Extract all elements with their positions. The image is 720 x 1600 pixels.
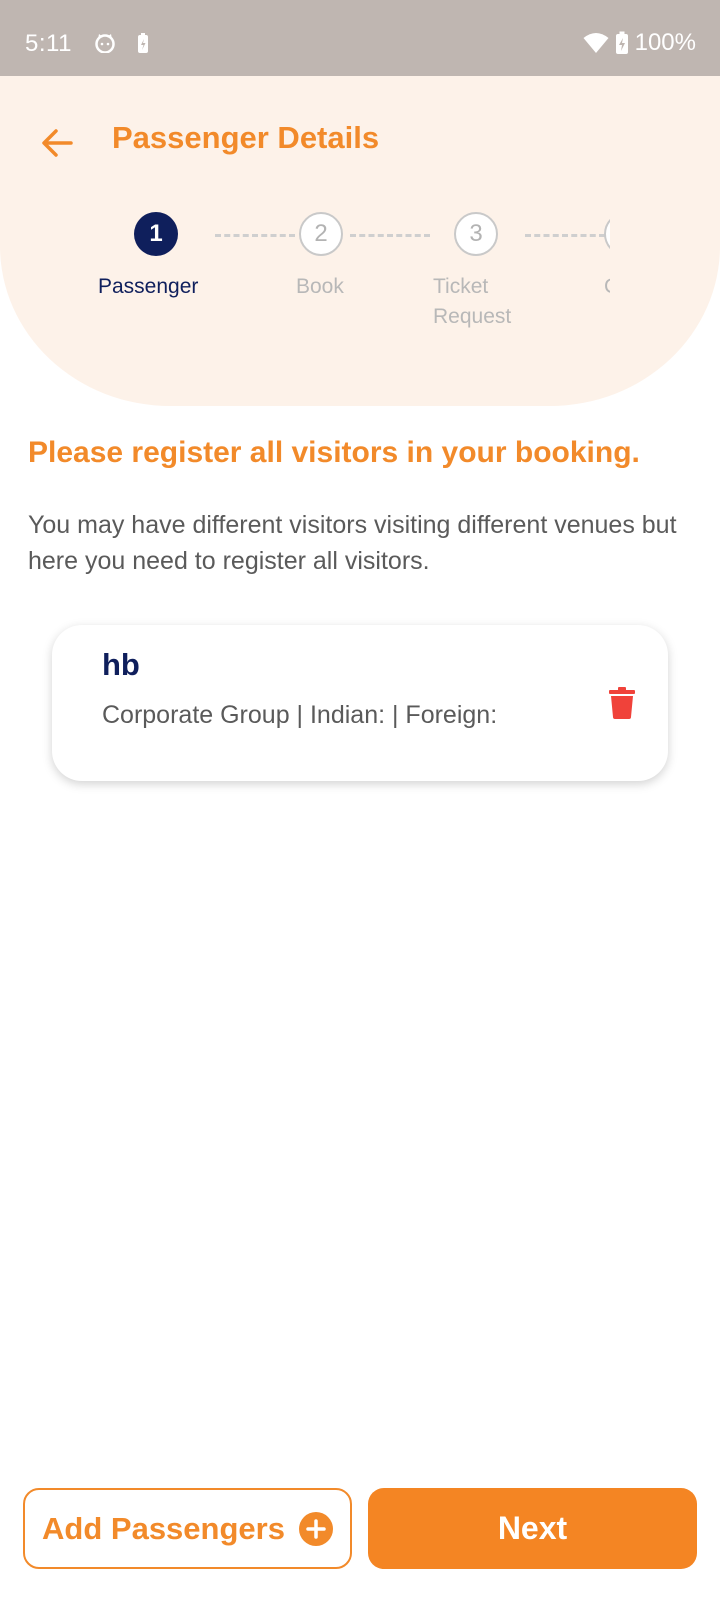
step-2-number: 2 [314,220,328,247]
step-1-label: Passenger [98,275,199,298]
next-label: Next [497,1510,568,1546]
register-heading: Please register all visitors in your boo… [28,436,640,469]
step-1-circle[interactable]: 1 [134,212,178,256]
step-3-label-line2: Request [433,305,512,328]
step-4-circle[interactable]: 4 [604,212,610,256]
step-4-clip: 4 C [604,212,610,312]
step-3-label: Ticket Request [433,272,511,332]
battery-percent: 100% [634,29,696,56]
trash-icon [609,687,635,719]
status-right: 100% [583,29,696,57]
battery-charging-icon [615,31,628,54]
step-3-circle[interactable]: 3 [454,212,498,256]
step-2-label: Book [296,275,344,298]
passenger-details: Corporate Group | Indian: | Foreign: [102,701,498,729]
step-1-number: 1 [149,220,163,247]
step-connector [350,234,430,237]
page-title: Passenger Details [112,120,380,155]
stepper: 1 Passenger 2 Book 3 Ticket Request 4 C [0,212,720,352]
step-3-number: 3 [469,220,483,247]
wifi-icon [583,33,609,53]
passenger-name: hb [102,647,140,682]
back-button[interactable] [30,116,84,170]
status-bar: 5:11 100% [0,0,720,76]
status-time: 5:11 [25,30,72,57]
step-2-circle[interactable]: 2 [299,212,343,256]
plus-circle-icon [298,1511,333,1546]
cat-icon [95,34,115,53]
step-4-label: C [604,272,610,302]
step-connector [525,234,605,237]
arrow-left-icon [42,129,73,157]
step-connector [215,234,295,237]
step-3-label-line1: Ticket [433,275,489,298]
battery-saver-icon [138,33,148,53]
add-passengers-label: Add Passengers [42,1510,285,1546]
next-button[interactable]: Next [368,1488,697,1569]
delete-passenger-button[interactable] [602,683,642,723]
add-passengers-button[interactable]: Add Passengers [23,1488,352,1569]
register-subtext: You may have different visitors visiting… [28,511,677,575]
passenger-card[interactable]: hb Corporate Group | Indian: | Foreign: [52,625,668,781]
header: Passenger Details 1 Passenger 2 Book 3 T… [0,76,720,406]
